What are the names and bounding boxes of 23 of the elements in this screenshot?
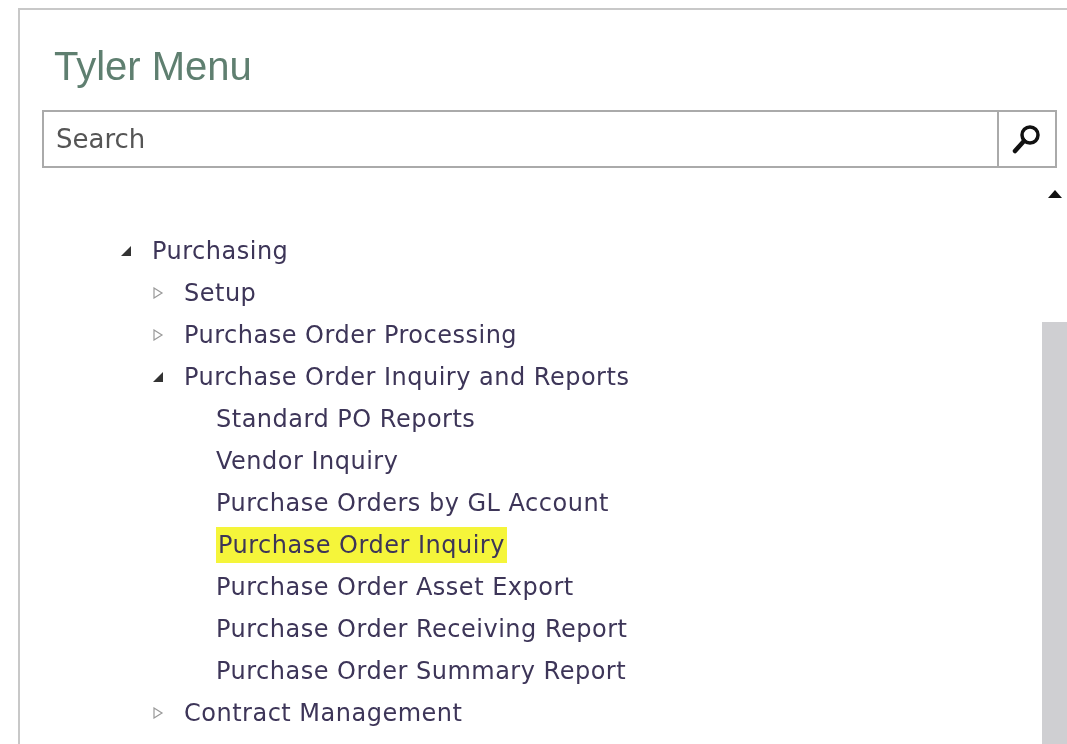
search-field[interactable]: Search: [42, 110, 997, 168]
menu-item[interactable]: Purchasing: [152, 233, 289, 269]
menu-item[interactable]: Purchase Order Processing: [184, 317, 518, 353]
menu-item[interactable]: Purchase Order Inquiry and Reports: [184, 359, 630, 395]
menu-item[interactable]: Purchase Order Receiving Report: [216, 611, 628, 647]
collapsed-triangle-icon[interactable]: [152, 707, 164, 719]
search-button[interactable]: [997, 110, 1057, 168]
collapsed-triangle-icon[interactable]: [152, 329, 164, 341]
expanded-triangle-icon[interactable]: [152, 371, 164, 383]
expanded-triangle-icon[interactable]: [120, 245, 132, 257]
scroll-up-arrow-icon[interactable]: [1047, 190, 1062, 198]
menu-item[interactable]: Purchase Order Summary Report: [216, 653, 627, 689]
menu-item[interactable]: Purchase Order Asset Export: [216, 569, 574, 605]
menu-item[interactable]: Purchase Order Inquiry: [216, 527, 507, 563]
search-icon: [1011, 123, 1043, 155]
menu-item[interactable]: Purchase Orders by GL Account: [216, 485, 609, 521]
scrollbar-thumb[interactable]: [1042, 322, 1067, 744]
menu-item[interactable]: Setup: [184, 275, 257, 311]
window-title: Tyler Menu: [54, 43, 253, 90]
collapsed-triangle-icon[interactable]: [152, 287, 164, 299]
menu-item[interactable]: Contract Management: [184, 695, 463, 731]
menu-item[interactable]: Standard PO Reports: [216, 401, 476, 437]
menu-item[interactable]: Vendor Inquiry: [216, 443, 399, 479]
